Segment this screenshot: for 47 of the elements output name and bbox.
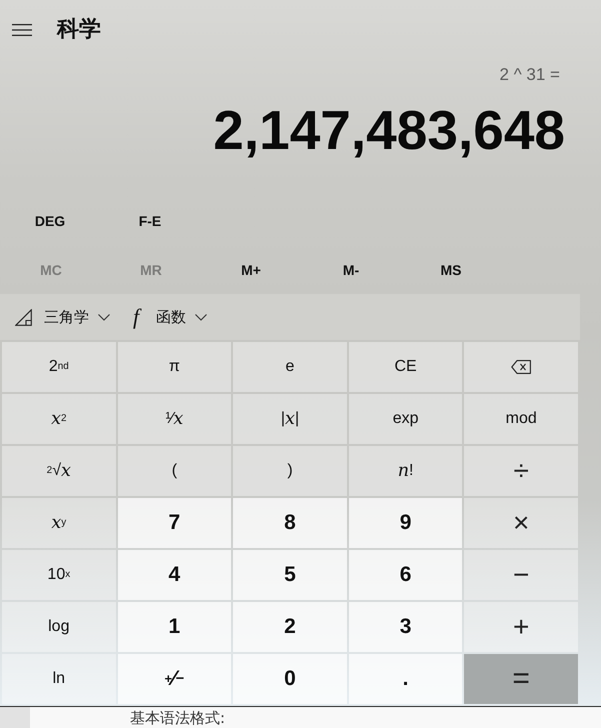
function-key[interactable]: CE: [348, 342, 462, 392]
function-key[interactable]: ¹⁄x: [118, 394, 232, 444]
equals-key[interactable]: =: [464, 654, 578, 704]
expression-text: 2 ^ 31 =: [500, 65, 560, 85]
function-key[interactable]: |x|: [233, 394, 347, 444]
function-symbol: f: [132, 306, 142, 328]
digit-key[interactable]: 4: [118, 550, 232, 600]
result-text: 2,147,483,648: [213, 98, 565, 162]
digit-key[interactable]: 7: [118, 498, 232, 548]
function-key[interactable]: exp: [348, 394, 462, 444]
operator-key[interactable]: ÷: [464, 446, 578, 496]
digit-key[interactable]: 0: [233, 654, 347, 704]
memory-button[interactable]: MS: [401, 250, 501, 290]
operator-key[interactable]: +: [464, 602, 578, 652]
digit-key[interactable]: 2: [233, 602, 347, 652]
menu-icon[interactable]: [12, 24, 32, 36]
dropdown-button[interactable]: 三角学: [8, 294, 118, 340]
digit-key[interactable]: 8: [233, 498, 347, 548]
digit-key[interactable]: 3: [348, 602, 462, 652]
backspace-icon: [511, 360, 532, 374]
function-key[interactable]: e: [233, 342, 347, 392]
digit-key[interactable]: 6: [348, 550, 462, 600]
digit-key[interactable]: 1: [118, 602, 232, 652]
function-key[interactable]: ln: [2, 654, 116, 704]
function-key[interactable]: π: [118, 342, 232, 392]
function-key[interactable]: x$^{y}$: [2, 498, 116, 548]
function-key[interactable]: x$^{2}$: [2, 394, 116, 444]
mode-title: 科学: [57, 16, 101, 44]
function-key[interactable]: n!: [348, 446, 462, 496]
function-key[interactable]: log: [2, 602, 116, 652]
right-triangle-icon: [15, 308, 32, 326]
dropdown-button[interactable]: f 函数: [123, 294, 216, 340]
function-key[interactable]: (: [118, 446, 232, 496]
digit-key[interactable]: 9: [348, 498, 462, 548]
memory-button[interactable]: M+: [201, 250, 301, 290]
operator-key[interactable]: ×: [464, 498, 578, 548]
mode-button[interactable]: F-E: [100, 201, 200, 241]
chevron-down-icon: [195, 314, 208, 320]
function-key[interactable]: ): [233, 446, 347, 496]
function-key[interactable]: mod: [464, 394, 578, 444]
webpage-text: 基本语法格式:: [130, 708, 226, 728]
digit-key[interactable]: 5: [233, 550, 347, 600]
memory-button[interactable]: M-: [301, 250, 401, 290]
digit-key[interactable]: .: [348, 654, 462, 704]
operator-key[interactable]: −: [464, 550, 578, 600]
chevron-down-icon: [98, 314, 110, 320]
mode-button[interactable]: DEG: [0, 201, 100, 241]
